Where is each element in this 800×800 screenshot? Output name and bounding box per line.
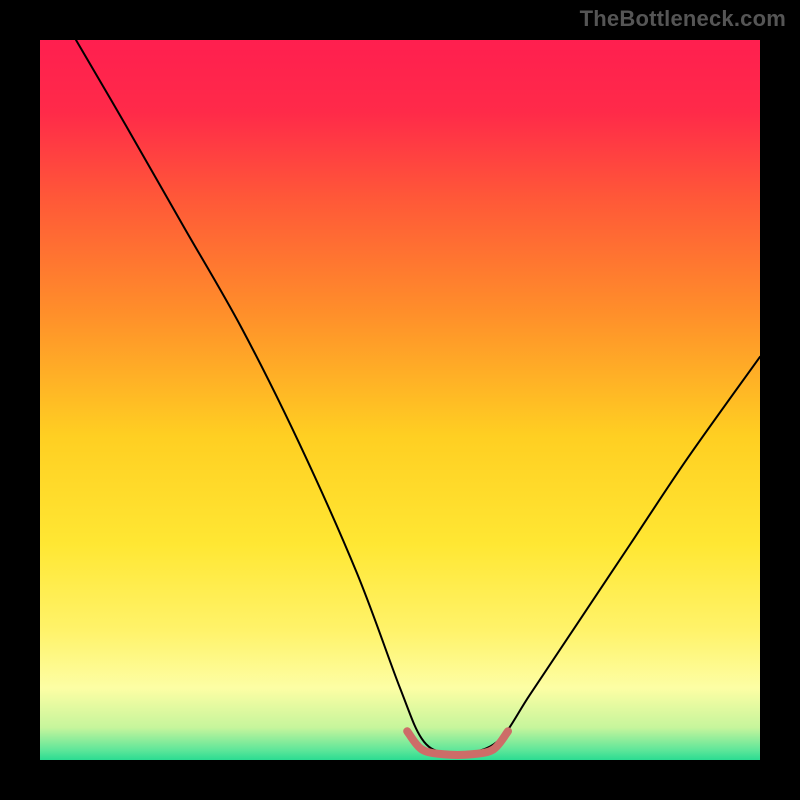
plot-background [40, 40, 760, 760]
watermark-label: TheBottleneck.com [580, 6, 786, 32]
bottleneck-chart [0, 0, 800, 800]
chart-frame: TheBottleneck.com [0, 0, 800, 800]
